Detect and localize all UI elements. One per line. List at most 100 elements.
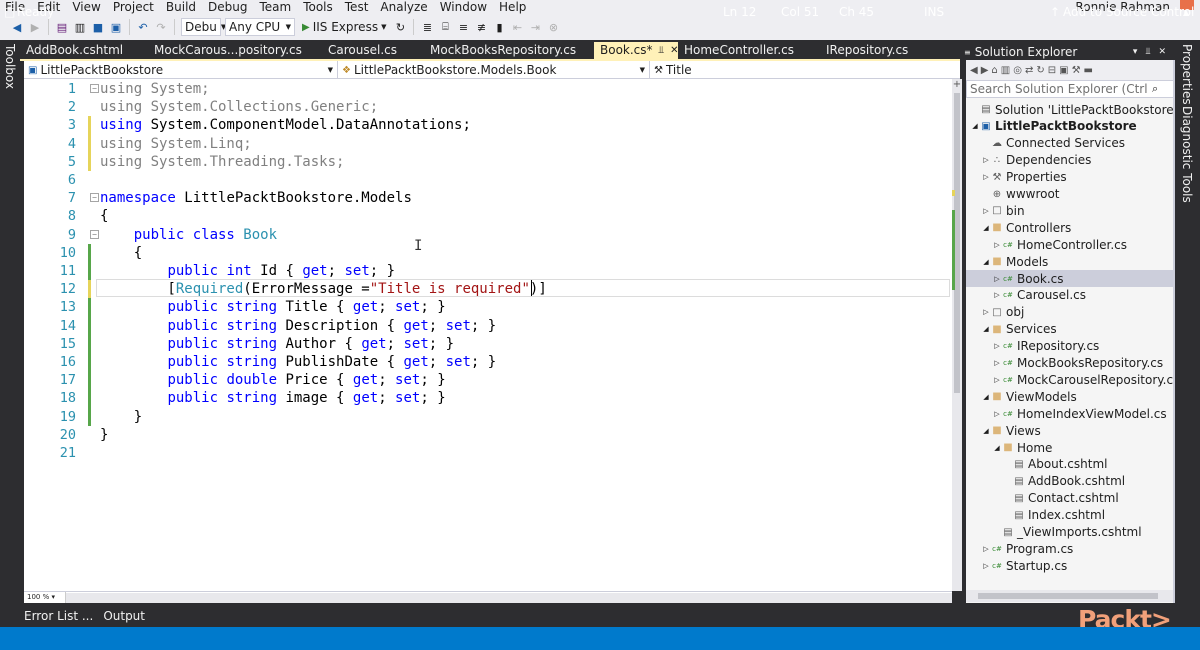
menu-help[interactable]: Help	[493, 0, 532, 14]
code-line[interactable]: [Required(ErrorMessage ="Title is requir…	[100, 280, 546, 298]
editor-horizontal-scrollbar[interactable]	[66, 592, 952, 603]
forward-icon[interactable]: ▶	[28, 18, 42, 36]
collapse-region-icon[interactable]: −	[90, 229, 99, 239]
forward-icon[interactable]: ▶	[981, 65, 989, 76]
tree-item[interactable]: ▤ AddBook.cshtml	[966, 473, 1174, 490]
browser-link-icon[interactable]: ≣	[420, 18, 434, 36]
properties-tab[interactable]: Properties	[1178, 44, 1196, 105]
comment-icon[interactable]: ≡	[456, 18, 470, 36]
tree-item[interactable]: ▷ □ obj	[966, 304, 1174, 321]
code-line[interactable]: using System;	[100, 80, 210, 98]
menu-test[interactable]: Test	[339, 0, 375, 14]
pin-icon[interactable]: ⫫	[659, 42, 665, 59]
editor-vertical-scrollbar[interactable]: +	[952, 79, 962, 591]
expanded-arrow-icon[interactable]: ◢	[981, 325, 991, 333]
collapsed-arrow-icon[interactable]: ▷	[981, 308, 991, 316]
code-editor[interactable]: I 1− using System; 2 using System.Collectio…	[24, 79, 952, 591]
tree-item[interactable]: ▤ About.cshtml	[966, 456, 1174, 473]
collapsed-arrow-icon[interactable]: ▷	[992, 410, 1002, 418]
menu-team[interactable]: Team	[253, 0, 297, 14]
search-icon[interactable]: ⌕	[1152, 82, 1158, 96]
prev-bookmark-icon[interactable]: ⇤	[510, 18, 524, 36]
tree-item[interactable]: ◢ ■ Models	[966, 253, 1174, 270]
tree-item[interactable]: ☁ Connected Services	[966, 135, 1174, 152]
code-line[interactable]: public int Id { get; set; }	[100, 262, 395, 280]
tree-item[interactable]: ▷ c# Carousel.cs	[966, 287, 1174, 304]
tree-item[interactable]: ◢ ■ Controllers	[966, 219, 1174, 236]
solution-explorer-search[interactable]: ⌕	[966, 80, 1174, 98]
editor-tab[interactable]: AddBook.cshtml	[20, 42, 148, 59]
collapsed-arrow-icon[interactable]: ▷	[981, 562, 991, 570]
tree-item[interactable]: ◢ ■ ViewModels	[966, 388, 1174, 405]
window-position-icon[interactable]: ▾	[1133, 47, 1138, 57]
redo-icon[interactable]: ↷	[154, 18, 168, 36]
project-dropdown[interactable]: ▣ LittlePacktBookstore ▼	[24, 61, 338, 79]
properties-icon[interactable]: ⚒	[1072, 65, 1081, 76]
code-line[interactable]: using System.ComponentModel.DataAnnotati…	[100, 116, 471, 134]
tree-item[interactable]: ▷ c# MockBooksRepository.cs	[966, 355, 1174, 372]
collapsed-arrow-icon[interactable]: ▷	[981, 545, 991, 553]
find-icon[interactable]: ⌸	[438, 18, 452, 36]
solution-explorer-horizontal-scrollbar[interactable]	[966, 590, 1174, 602]
add-to-source-control-button[interactable]: Add to Source Control	[1063, 5, 1194, 19]
collapsed-arrow-icon[interactable]: ▷	[992, 359, 1002, 367]
zoom-select[interactable]: 100 % ▾	[24, 592, 66, 603]
window-menu-icon[interactable]: ≡	[964, 48, 971, 57]
expanded-arrow-icon[interactable]: ◢	[981, 258, 991, 266]
close-icon[interactable]: ✕	[1158, 47, 1166, 57]
editor-tab[interactable]: Book.cs* ⫫ ✕	[594, 42, 679, 59]
menu-view[interactable]: View	[66, 0, 106, 14]
tree-item[interactable]: ◢ ■ Views	[966, 422, 1174, 439]
collapsed-arrow-icon[interactable]: ▷	[992, 376, 1002, 384]
tree-item[interactable]: ◢ ▣ LittlePacktBookstore	[966, 118, 1174, 135]
tree-item[interactable]: ▷ c# HomeController.cs	[966, 236, 1174, 253]
collapse-region-icon[interactable]: −	[90, 84, 99, 93]
code-line[interactable]: using System.Linq;	[100, 135, 252, 153]
tree-item[interactable]: ▤ Index.cshtml	[966, 507, 1174, 524]
refresh-icon[interactable]: ↻	[1036, 65, 1044, 76]
tree-item[interactable]: ▷ c# Book.cs	[966, 270, 1174, 287]
code-line[interactable]: }	[100, 426, 108, 444]
diagnostic-tools-tab[interactable]: Diagnostic Tools	[1178, 106, 1196, 203]
pin-icon[interactable]: ⫫	[1145, 47, 1150, 57]
tree-item[interactable]: ⊕ wwwroot	[966, 186, 1174, 203]
menu-debug[interactable]: Debug	[202, 0, 253, 14]
tree-item[interactable]: ▷ c# MockCarouselRepository.cs	[966, 371, 1174, 388]
collapsed-arrow-icon[interactable]: ▷	[992, 342, 1002, 350]
switch-views-icon[interactable]: ▥	[1001, 65, 1010, 76]
member-dropdown[interactable]: ⚒ Title	[650, 61, 960, 79]
expanded-arrow-icon[interactable]: ◢	[981, 427, 991, 435]
split-editor-icon[interactable]: +	[952, 79, 962, 90]
code-line[interactable]: }	[100, 408, 142, 426]
pending-changes-filter-icon[interactable]: ◎	[1013, 65, 1022, 76]
editor-tab[interactable]: HomeController.cs	[678, 42, 820, 59]
code-line[interactable]: {	[100, 244, 142, 262]
expanded-arrow-icon[interactable]: ◢	[992, 444, 1002, 452]
menu-project[interactable]: Project	[107, 0, 160, 14]
code-line[interactable]: public string PublishDate { get; set; }	[100, 353, 496, 371]
menu-tools[interactable]: Tools	[297, 0, 339, 14]
menu-build[interactable]: Build	[160, 0, 202, 14]
open-file-icon[interactable]: ▥	[73, 18, 87, 36]
run-button[interactable]: ▶ IIS Express ▼	[299, 20, 389, 34]
toolbox-tab[interactable]: Toolbox	[1, 44, 19, 94]
menu-window[interactable]: Window	[434, 0, 493, 14]
code-line[interactable]: using System.Threading.Tasks;	[100, 153, 344, 171]
uncomment-icon[interactable]: ≢	[474, 18, 488, 36]
editor-tab[interactable]: MockBooksRepository.cs	[424, 42, 594, 59]
expanded-arrow-icon[interactable]: ◢	[981, 393, 991, 401]
sync-icon[interactable]: ⇄	[1025, 65, 1033, 76]
refresh-icon[interactable]: ↻	[393, 18, 407, 36]
code-line[interactable]: public string Title { get; set; }	[100, 298, 445, 316]
tree-item[interactable]: ▷ c# Program.cs	[966, 540, 1174, 557]
collapse-all-icon[interactable]: ⊟	[1048, 65, 1056, 76]
tree-item[interactable]: ▤ Contact.cshtml	[966, 490, 1174, 507]
tree-item[interactable]: ▷ ⚒ Properties	[966, 169, 1174, 186]
code-line[interactable]: public string Description { get; set; }	[100, 317, 496, 335]
back-icon[interactable]: ◀	[970, 65, 978, 76]
tree-item[interactable]: ◢ ■ Home	[966, 439, 1174, 456]
scrollbar-thumb[interactable]	[978, 593, 1158, 599]
solution-tree[interactable]: ▤Solution 'LittlePacktBookstore' (1 pr◢▣…	[966, 100, 1174, 588]
tree-item[interactable]: ▷ c# Startup.cs	[966, 557, 1174, 574]
code-line[interactable]: public string image { get; set; }	[100, 389, 445, 407]
